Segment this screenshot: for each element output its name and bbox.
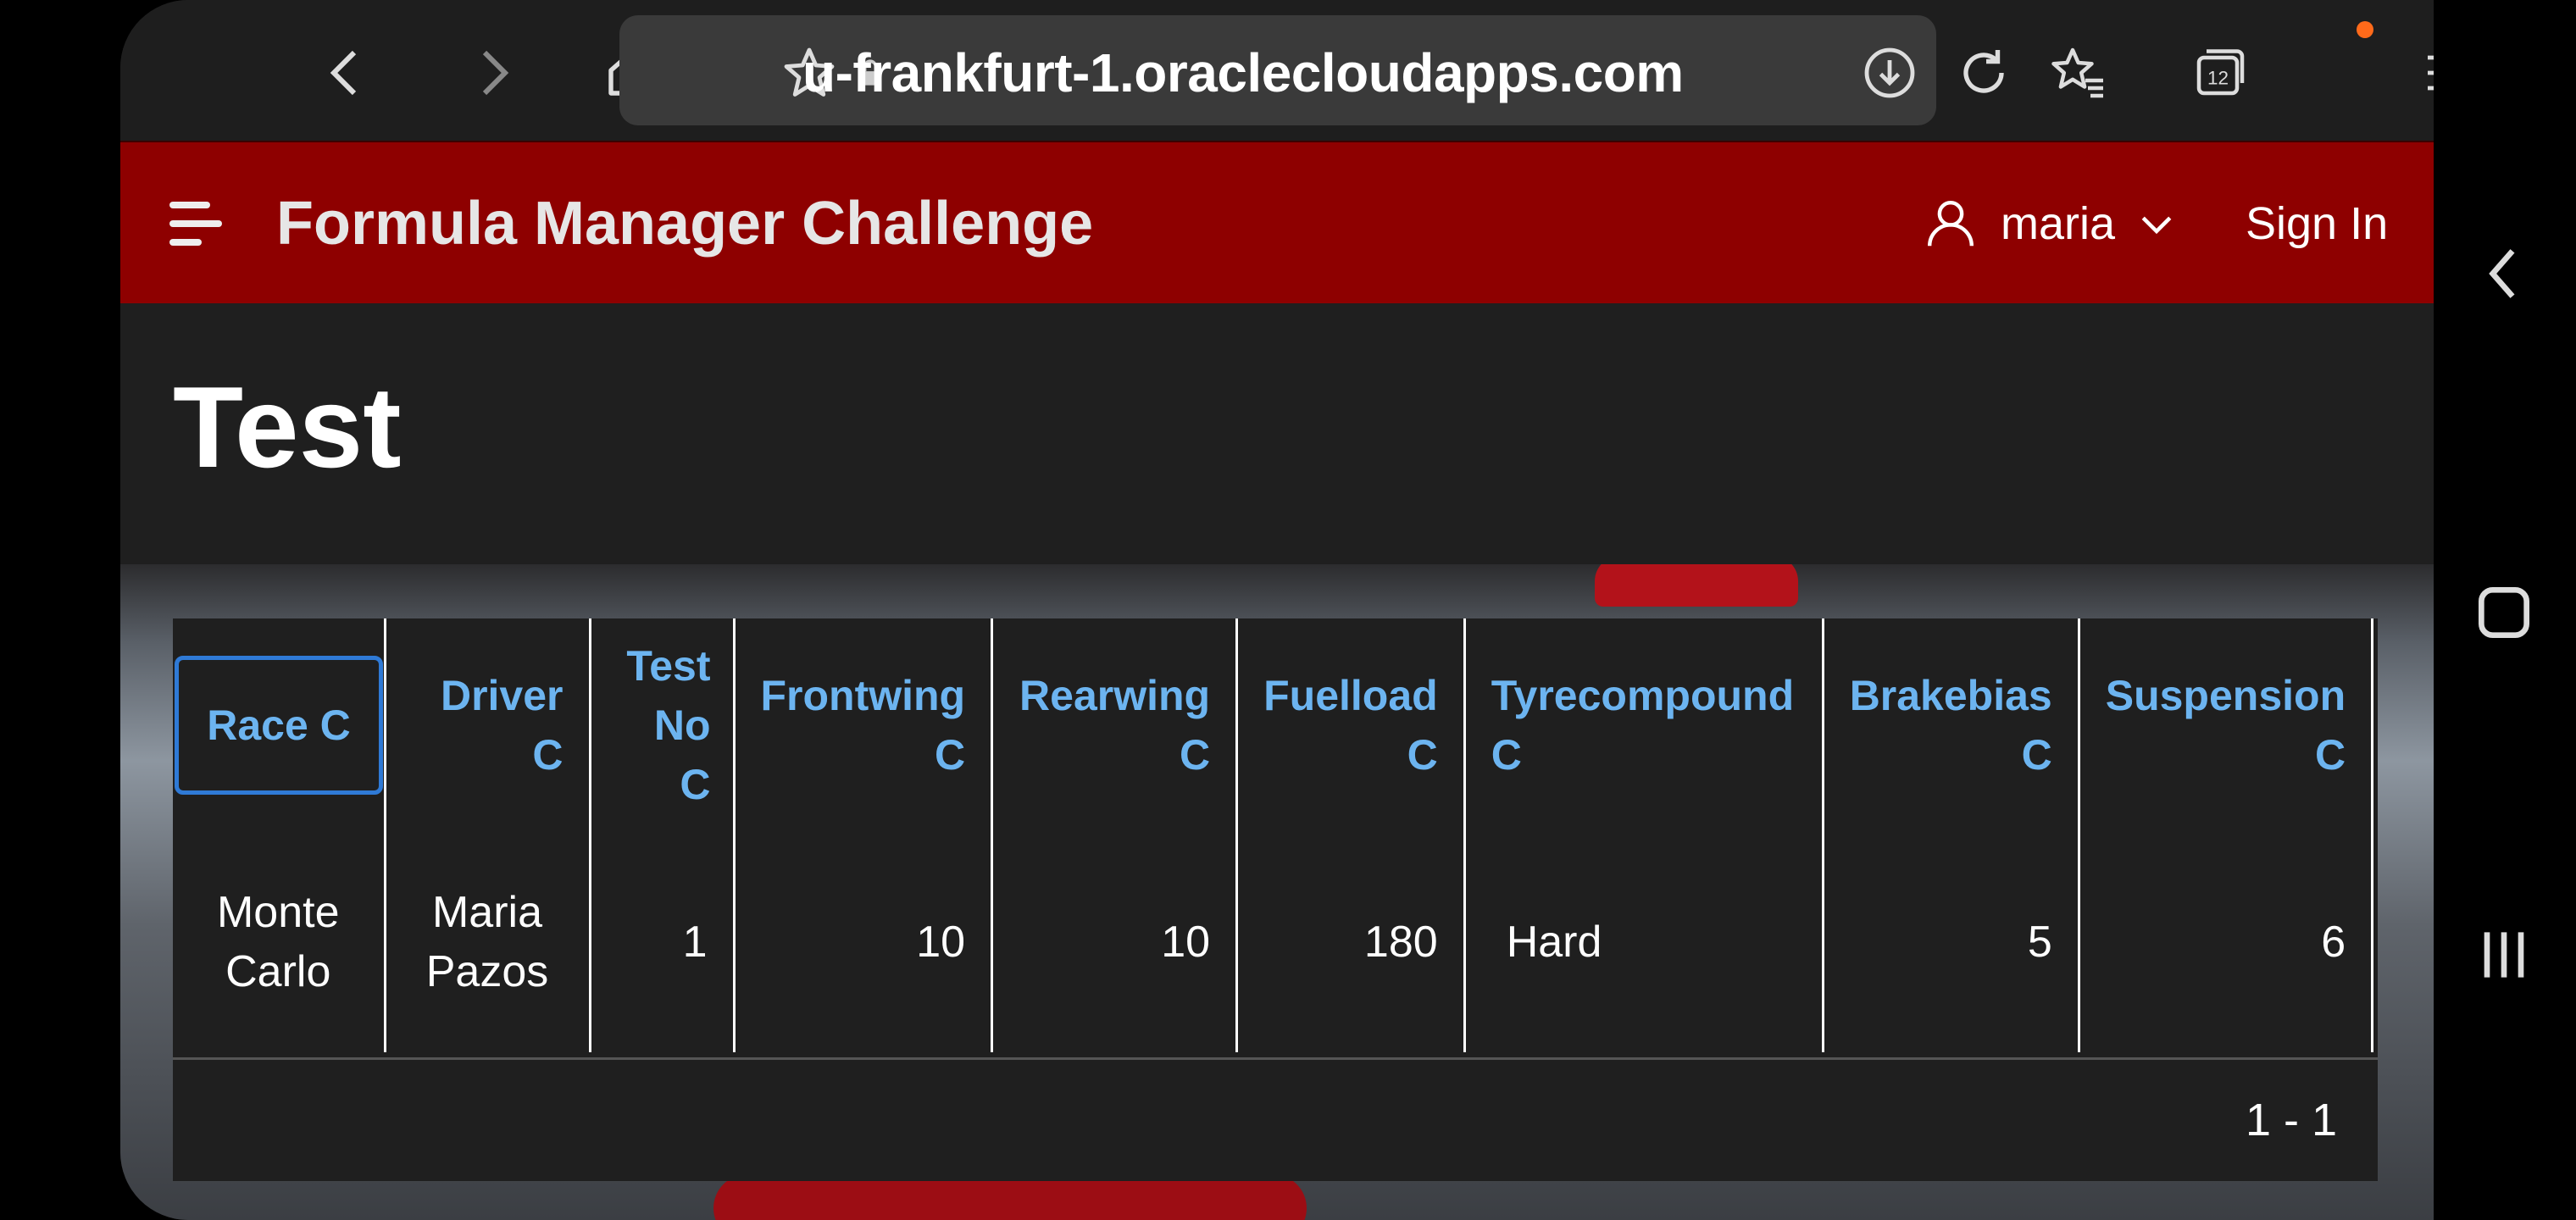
- column-header-race[interactable]: Race C: [173, 618, 386, 832]
- page-title: Test: [173, 363, 402, 491]
- column-header-fuelload[interactable]: Fuelload C: [1236, 618, 1466, 832]
- browser-screen: u-frankfurt-1.oraclecloudapps.com 12 For…: [120, 0, 2434, 1220]
- column-header-suspension[interactable]: Suspension C: [2079, 618, 2374, 832]
- download-icon[interactable]: [1851, 34, 1929, 112]
- table-header-row: Race C Driver C Test No C Frontwing C Re…: [173, 618, 2374, 832]
- bookmarks-icon[interactable]: [2039, 34, 2117, 112]
- cell-test-no: 1: [590, 832, 736, 1052]
- race-car-image: [713, 1174, 1307, 1220]
- cell-rearwing: 10: [991, 832, 1239, 1052]
- app-header: Formula Manager Challenge maria Sign In: [120, 141, 2434, 303]
- cell-driver: Maria Pazos: [385, 832, 591, 1052]
- report-region: Race C Driver C Test No C Frontwing C Re…: [173, 618, 2378, 1181]
- back-nav-icon[interactable]: [2457, 227, 2551, 320]
- cell-fuelload: 180: [1236, 832, 1466, 1052]
- tabs-icon[interactable]: 12: [2180, 34, 2258, 112]
- cell-race: Monte Carlo: [173, 832, 386, 1052]
- table-row: Monte Carlo Maria Pazos 1 10 10 180 Hard…: [173, 832, 2374, 1052]
- cell-suspension: 6: [2079, 832, 2374, 1052]
- cell-brakebias: 5: [1823, 832, 2080, 1052]
- reload-icon[interactable]: [1945, 34, 2023, 112]
- page-heading-region: Test: [120, 303, 2434, 564]
- race-car-image: [1595, 564, 1798, 607]
- cell-tyrecompound: Hard: [1464, 832, 1824, 1052]
- sign-in-link[interactable]: Sign In: [2246, 142, 2388, 305]
- hamburger-menu-icon[interactable]: [169, 202, 229, 247]
- column-header-test-no[interactable]: Test No C: [590, 618, 736, 832]
- username: maria: [2001, 198, 2116, 249]
- tab-count: 12: [2207, 68, 2229, 89]
- column-header-frontwing[interactable]: Frontwing C: [734, 618, 994, 832]
- app-title[interactable]: Formula Manager Challenge: [276, 142, 1093, 305]
- user-menu[interactable]: maria: [1921, 176, 2179, 271]
- user-icon: [1928, 201, 1974, 247]
- table-footer: 1 - 1: [173, 1057, 2378, 1181]
- cell-frontwing: 10: [734, 832, 994, 1052]
- browser-toolbar: u-frankfurt-1.oraclecloudapps.com 12: [120, 0, 2434, 141]
- notification-dot: [2357, 21, 2373, 38]
- pagination-text: 1 - 1: [2245, 1095, 2337, 1145]
- column-header-brakebias[interactable]: Brakebias C: [1823, 618, 2080, 832]
- recents-nav-icon[interactable]: [2457, 908, 2551, 1001]
- url-text[interactable]: u-frankfurt-1.oraclecloudapps.com: [802, 34, 1684, 112]
- chevron-down-icon: [2141, 216, 2172, 235]
- report-table: Race C Driver C Test No C Frontwing C Re…: [173, 618, 2374, 1052]
- column-header-rearwing[interactable]: Rearwing C: [991, 618, 1239, 832]
- column-header-tyrecompound[interactable]: Tyrecompound C: [1464, 618, 1824, 832]
- forward-icon[interactable]: [453, 34, 531, 112]
- column-header-driver[interactable]: Driver C: [385, 618, 591, 832]
- back-icon[interactable]: [308, 34, 386, 112]
- menu-icon[interactable]: [2409, 34, 2434, 112]
- home-nav-icon[interactable]: [2457, 566, 2551, 659]
